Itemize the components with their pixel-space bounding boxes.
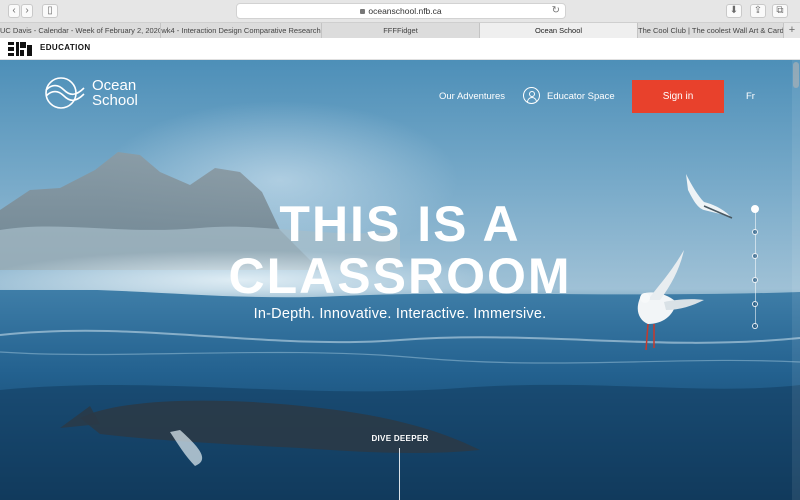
tab-cool-club[interactable]: The Cool Club | The coolest Wall Art & C… bbox=[638, 23, 784, 39]
dive-deeper-line bbox=[399, 448, 400, 500]
forward-button[interactable]: › bbox=[21, 4, 33, 18]
tab-wk4-research[interactable]: wk4 - Interaction Design Comparative Res… bbox=[161, 23, 322, 39]
tab-ocean-school[interactable]: Ocean School bbox=[480, 23, 638, 39]
dive-deeper-link[interactable]: DIVE DEEPER bbox=[340, 434, 460, 443]
tab-overview-button[interactable]: ⧉ bbox=[772, 4, 788, 18]
user-icon[interactable] bbox=[523, 87, 540, 104]
section-dot-4[interactable] bbox=[752, 277, 758, 283]
tab-ffffidget[interactable]: FFFFidget bbox=[322, 23, 480, 39]
scrollbar-thumb[interactable] bbox=[793, 62, 799, 88]
chevron-left-icon: ‹ bbox=[12, 5, 16, 16]
downloads-button[interactable]: ⬇ bbox=[726, 4, 742, 18]
section-dot-1[interactable] bbox=[751, 205, 759, 213]
brand-name: Ocean School bbox=[92, 78, 138, 108]
share-icon: ⇪ bbox=[753, 5, 763, 16]
chevron-right-icon: › bbox=[25, 5, 29, 16]
section-dot-nav bbox=[751, 205, 759, 330]
brand-line-2: School bbox=[92, 92, 138, 109]
headline-line-2: CLASSROOM bbox=[228, 248, 572, 304]
seagull-flying-image bbox=[686, 174, 733, 219]
new-tab-button[interactable]: + bbox=[784, 23, 800, 39]
language-toggle[interactable]: Fr bbox=[746, 91, 755, 102]
nfb-logo[interactable] bbox=[8, 42, 32, 56]
sign-in-button[interactable]: Sign in bbox=[632, 80, 724, 113]
humpback-whale-image bbox=[60, 400, 480, 466]
section-dot-2[interactable] bbox=[752, 229, 758, 235]
hero-headline: THIS IS A CLASSROOM bbox=[200, 198, 600, 302]
reload-icon[interactable]: ↻ bbox=[552, 4, 560, 18]
nav-our-adventures[interactable]: Our Adventures bbox=[439, 91, 505, 102]
url-text: oceanschool.nfb.ca bbox=[368, 6, 442, 16]
nfb-education-bar: EDUCATION bbox=[0, 38, 800, 60]
section-dot-5[interactable] bbox=[752, 301, 758, 307]
browser-toolbar: ‹ › ▯ oceanschool.nfb.ca ↻ ⬇ ⇪ ⧉ bbox=[0, 0, 800, 22]
dot-nav-line bbox=[754, 209, 756, 327]
back-button[interactable]: ‹ bbox=[8, 4, 20, 18]
tabs-icon: ⧉ bbox=[776, 5, 784, 16]
download-icon: ⬇ bbox=[729, 5, 739, 16]
section-dot-3[interactable] bbox=[752, 253, 758, 259]
browser-chrome: ‹ › ▯ oceanschool.nfb.ca ↻ ⬇ ⇪ ⧉ UC Davi… bbox=[0, 0, 800, 39]
sidebar-toggle-button[interactable]: ▯ bbox=[42, 4, 58, 18]
nav-educator-space[interactable]: Educator Space bbox=[547, 91, 615, 102]
seagull-perched-image bbox=[637, 250, 704, 351]
lock-icon bbox=[360, 9, 366, 14]
page-scrollbar[interactable] bbox=[792, 60, 800, 500]
headline-line-1: THIS IS A bbox=[279, 196, 521, 252]
brand-line-1: Ocean bbox=[92, 77, 137, 94]
address-bar[interactable]: oceanschool.nfb.ca ↻ bbox=[236, 3, 566, 19]
sidebar-icon: ▯ bbox=[47, 5, 53, 16]
tab-uc-davis-calendar[interactable]: UC Davis - Calendar - Week of February 2… bbox=[0, 23, 161, 39]
education-label[interactable]: EDUCATION bbox=[40, 43, 91, 52]
hero-tagline: In-Depth. Innovative. Interactive. Immer… bbox=[253, 306, 547, 322]
section-dot-6[interactable] bbox=[752, 323, 758, 329]
share-button[interactable]: ⇪ bbox=[750, 4, 766, 18]
tab-strip: UC Davis - Calendar - Week of February 2… bbox=[0, 22, 800, 39]
ocean-school-wave-icon bbox=[45, 77, 85, 109]
ocean-school-logo[interactable]: Ocean School bbox=[44, 76, 154, 112]
